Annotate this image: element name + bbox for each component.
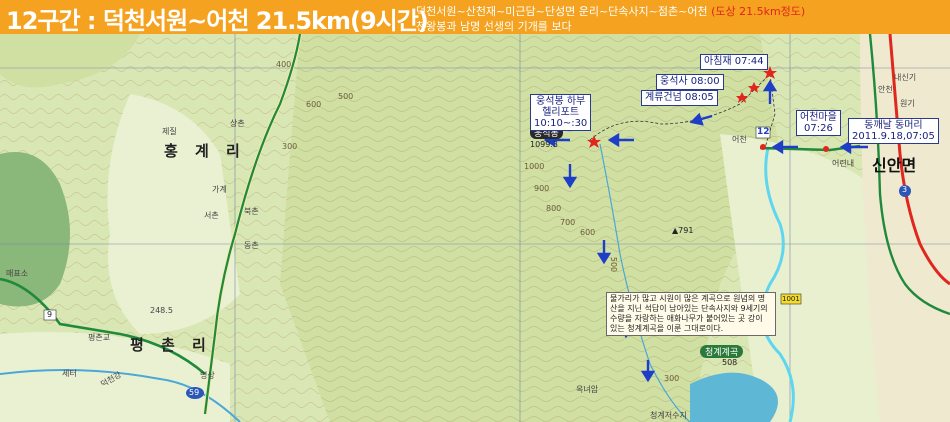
peak-height: 1099.3 xyxy=(530,140,558,149)
road-9-label: 9 xyxy=(47,310,53,319)
place-naesin: 내신기 xyxy=(894,73,917,82)
eocheon-line-1: 어천마을 xyxy=(800,112,837,123)
helipad-line-1: 웅석봉 하부 xyxy=(536,96,586,107)
place-okyeo: 옥녀암 xyxy=(576,385,599,394)
topographic-map: 9 59 1001 3 12 홍 계 리 평 촌 리 신안면 제질 상촌 가계 … xyxy=(0,34,950,422)
place-maepyo: 매표소 xyxy=(6,269,29,278)
callout-achimjae: 아침재 07:44 xyxy=(700,54,768,70)
page-title: 12구간 : 덕천서원~어천 21.5km(9시간) xyxy=(6,7,429,35)
town-hongye: 홍 계 리 xyxy=(164,142,246,160)
map-canvas xyxy=(0,34,950,422)
place-sette: 세터 xyxy=(62,369,77,378)
contour-label: 700 xyxy=(560,218,576,227)
callout-start: 동깨날 동머리 2011.9.18,07:05 xyxy=(848,118,939,144)
contour-label: 300 xyxy=(282,142,298,151)
contour-label: 1000 xyxy=(524,162,545,171)
town-sinanmyeon: 신안면 xyxy=(872,156,917,175)
start-line-2: 2011.9.18,07:05 xyxy=(852,131,935,142)
contour-label: 900 xyxy=(534,184,550,193)
contour-label: 600 xyxy=(306,100,322,109)
cheonggye-alt: 508 xyxy=(722,358,738,367)
callout-eocheon: 어천마을 07:26 xyxy=(796,110,841,136)
callout-eungseoksa: 웅석사 08:00 xyxy=(656,74,724,90)
town-pyeongchon: 평 촌 리 xyxy=(130,336,212,354)
place-jeje: 제질 xyxy=(162,127,177,136)
title-banner: 12구간 : 덕천서원~어천 21.5km(9시간) 덕천서원~산천재~미근담~… xyxy=(0,0,950,35)
helipad-line-3: 10:10~:30 xyxy=(534,118,588,129)
road-3-label: 3 xyxy=(902,185,908,194)
height-2485: 248.5 xyxy=(150,306,173,315)
section-number: 12 xyxy=(757,127,770,137)
place-dongchon: 동촌 xyxy=(244,241,259,250)
place-gagye: 가계 xyxy=(212,185,227,194)
route-text: 덕천서원~산천재~미근담~단성면 운리~단속사지~점촌~어천 xyxy=(416,5,708,18)
helipad-line-2: 헬리포트 xyxy=(542,107,580,118)
callout-gyeryu: 계류건넘 08:05 xyxy=(641,90,718,106)
route-description: 덕천서원~산천재~미근담~단성면 운리~단속사지~점촌~어천 (도상 21.5k… xyxy=(416,3,805,19)
cheonggye-note: 물가리가 많고 시원이 많은 계곡으로 원념의 명산을 지닌 석답이 남아있는 … xyxy=(606,292,776,336)
height-791: ▲791 xyxy=(672,226,694,235)
place-eocheon: 어천 xyxy=(732,135,747,144)
place-eoryeonae: 어련내 xyxy=(832,159,855,168)
cheonggye-valley-tag: 청계계곡 xyxy=(700,345,744,358)
contour-label: 300 xyxy=(664,374,680,383)
distance-note: (도상 21.5km정도) xyxy=(711,5,806,18)
contour-label: 500 xyxy=(609,256,619,273)
place-sangchon: 상촌 xyxy=(230,119,245,128)
start-line-1: 동깨날 동머리 xyxy=(864,120,923,131)
contour-label: 800 xyxy=(546,204,562,213)
place-cheonggyesu: 청계저수지 xyxy=(650,411,687,420)
place-ancheon: 안천 xyxy=(878,85,893,94)
contour-label: 400 xyxy=(276,60,292,69)
contour-label: 600 xyxy=(580,228,596,237)
theme-text: 천왕봉과 남명 선생의 기개를 보다 xyxy=(416,20,572,33)
road-59-label: 59 xyxy=(189,388,200,397)
place-bukchon: 북촌 xyxy=(244,207,259,216)
contour-label: 500 xyxy=(338,92,354,101)
eocheon-line-2: 07:26 xyxy=(803,123,833,134)
callout-helipad: 웅석봉 하부 헬리포트 10:10~:30 xyxy=(530,94,592,131)
place-seochon: 서촌 xyxy=(204,211,219,220)
road-1001-label: 1001 xyxy=(782,295,800,303)
place-myeongsang: 명상 xyxy=(200,371,215,380)
place-wongi: 원기 xyxy=(900,99,915,108)
place-pyeongchongyo: 평촌교 xyxy=(88,333,111,342)
